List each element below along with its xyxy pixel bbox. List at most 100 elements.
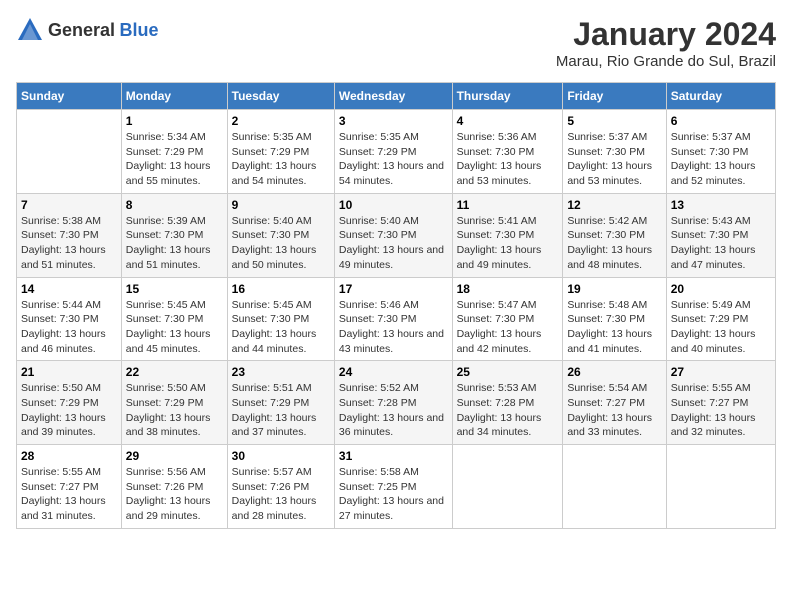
day-number: 12 [567, 198, 661, 212]
weekday-header-wednesday: Wednesday [334, 83, 452, 110]
calendar-cell: 15 Sunrise: 5:45 AMSunset: 7:30 PMDayligh… [121, 277, 227, 361]
day-number: 22 [126, 365, 223, 379]
day-number: 1 [126, 114, 223, 128]
day-info: Sunrise: 5:49 AMSunset: 7:29 PMDaylight:… [671, 298, 771, 357]
day-number: 27 [671, 365, 771, 379]
calendar-week-2: 7Sunrise: 5:38 AMSunset: 7:30 PMDaylight… [17, 193, 776, 277]
calendar-week-3: 14 Sunrise: 5:44 AMSunset: 7:30 PMDayligh… [17, 277, 776, 361]
day-info: Sunrise: 5:56 AMSunset: 7:26 PMDaylight:… [126, 465, 223, 524]
day-number: 6 [671, 114, 771, 128]
logo: General Blue [16, 16, 159, 44]
day-number: 8 [126, 198, 223, 212]
title-area: January 2024 Marau, Rio Grande do Sul, B… [556, 16, 776, 70]
day-info: Sunrise: 5:41 AMSunset: 7:30 PMDaylight:… [457, 214, 559, 273]
day-info: Sunrise: 5:50 AMSunset: 7:29 PMDaylight:… [126, 381, 223, 440]
day-number: 2 [232, 114, 330, 128]
day-number: 28 [21, 449, 117, 463]
calendar-cell: 24 Sunrise: 5:52 AMSunset: 7:28 PMDayligh… [334, 361, 452, 445]
day-info: Sunrise: 5:52 AMSunset: 7:28 PMDaylight:… [339, 381, 448, 440]
day-number: 19 [567, 282, 661, 296]
day-info: Sunrise: 5:45 AMSunset: 7:30 PMDaylight:… [126, 298, 223, 357]
calendar-week-5: 28 Sunrise: 5:55 AMSunset: 7:27 PMDayligh… [17, 445, 776, 529]
day-number: 16 [232, 282, 330, 296]
day-number: 21 [21, 365, 117, 379]
weekday-header-friday: Friday [563, 83, 666, 110]
calendar-cell: 20 Sunrise: 5:49 AMSunset: 7:29 PMDayligh… [666, 277, 775, 361]
day-number: 17 [339, 282, 448, 296]
day-number: 18 [457, 282, 559, 296]
calendar-cell: 28 Sunrise: 5:55 AMSunset: 7:27 PMDayligh… [17, 445, 122, 529]
calendar-cell: 4 Sunrise: 5:36 AMSunset: 7:30 PMDaylight… [452, 110, 563, 194]
day-number: 3 [339, 114, 448, 128]
day-info: Sunrise: 5:35 AMSunset: 7:29 PMDaylight:… [232, 130, 330, 189]
calendar-cell: 31Sunrise: 5:58 AMSunset: 7:25 PMDayligh… [334, 445, 452, 529]
day-info: Sunrise: 5:47 AMSunset: 7:30 PMDaylight:… [457, 298, 559, 357]
calendar-cell: 5Sunrise: 5:37 AMSunset: 7:30 PMDaylight… [563, 110, 666, 194]
weekday-header-saturday: Saturday [666, 83, 775, 110]
day-info: Sunrise: 5:54 AMSunset: 7:27 PMDaylight:… [567, 381, 661, 440]
day-info: Sunrise: 5:42 AMSunset: 7:30 PMDaylight:… [567, 214, 661, 273]
day-number: 14 [21, 282, 117, 296]
weekday-row: SundayMondayTuesdayWednesdayThursdayFrid… [17, 83, 776, 110]
day-number: 24 [339, 365, 448, 379]
calendar-cell: 11 Sunrise: 5:41 AMSunset: 7:30 PMDayligh… [452, 193, 563, 277]
calendar-cell: 29 Sunrise: 5:56 AMSunset: 7:26 PMDayligh… [121, 445, 227, 529]
day-info: Sunrise: 5:40 AMSunset: 7:30 PMDaylight:… [339, 214, 448, 273]
logo-text-blue: Blue [120, 20, 159, 40]
day-number: 13 [671, 198, 771, 212]
calendar-cell: 18 Sunrise: 5:47 AMSunset: 7:30 PMDayligh… [452, 277, 563, 361]
day-info: Sunrise: 5:51 AMSunset: 7:29 PMDaylight:… [232, 381, 330, 440]
day-number: 11 [457, 198, 559, 212]
day-number: 7 [21, 198, 117, 212]
calendar-cell: 30Sunrise: 5:57 AMSunset: 7:26 PMDayligh… [227, 445, 334, 529]
day-number: 20 [671, 282, 771, 296]
day-number: 23 [232, 365, 330, 379]
calendar-cell: 10Sunrise: 5:40 AMSunset: 7:30 PMDayligh… [334, 193, 452, 277]
calendar-cell: 17Sunrise: 5:46 AMSunset: 7:30 PMDayligh… [334, 277, 452, 361]
calendar-body: 1Sunrise: 5:34 AMSunset: 7:29 PMDaylight… [17, 110, 776, 529]
calendar-cell: 8 Sunrise: 5:39 AMSunset: 7:30 PMDaylight… [121, 193, 227, 277]
day-info: Sunrise: 5:55 AMSunset: 7:27 PMDaylight:… [21, 465, 117, 524]
day-info: Sunrise: 5:43 AMSunset: 7:30 PMDaylight:… [671, 214, 771, 273]
calendar-cell: 1Sunrise: 5:34 AMSunset: 7:29 PMDaylight… [121, 110, 227, 194]
day-info: Sunrise: 5:37 AMSunset: 7:30 PMDaylight:… [567, 130, 661, 189]
calendar-cell [452, 445, 563, 529]
weekday-header-thursday: Thursday [452, 83, 563, 110]
day-info: Sunrise: 5:55 AMSunset: 7:27 PMDaylight:… [671, 381, 771, 440]
calendar-header: SundayMondayTuesdayWednesdayThursdayFrid… [17, 83, 776, 110]
weekday-header-tuesday: Tuesday [227, 83, 334, 110]
day-number: 15 [126, 282, 223, 296]
day-number: 30 [232, 449, 330, 463]
day-info: Sunrise: 5:50 AMSunset: 7:29 PMDaylight:… [21, 381, 117, 440]
day-info: Sunrise: 5:35 AMSunset: 7:29 PMDaylight:… [339, 130, 448, 189]
calendar-cell: 23 Sunrise: 5:51 AMSunset: 7:29 PMDayligh… [227, 361, 334, 445]
calendar-cell: 16 Sunrise: 5:45 AMSunset: 7:30 PMDayligh… [227, 277, 334, 361]
calendar-cell: 14 Sunrise: 5:44 AMSunset: 7:30 PMDayligh… [17, 277, 122, 361]
day-info: Sunrise: 5:39 AMSunset: 7:30 PMDaylight:… [126, 214, 223, 273]
calendar-cell [563, 445, 666, 529]
day-info: Sunrise: 5:44 AMSunset: 7:30 PMDaylight:… [21, 298, 117, 357]
day-info: Sunrise: 5:36 AMSunset: 7:30 PMDaylight:… [457, 130, 559, 189]
day-info: Sunrise: 5:58 AMSunset: 7:25 PMDaylight:… [339, 465, 448, 524]
calendar-cell: 7Sunrise: 5:38 AMSunset: 7:30 PMDaylight… [17, 193, 122, 277]
page-subtitle: Marau, Rio Grande do Sul, Brazil [556, 53, 776, 70]
calendar-table: SundayMondayTuesdayWednesdayThursdayFrid… [16, 82, 776, 529]
day-number: 4 [457, 114, 559, 128]
day-info: Sunrise: 5:48 AMSunset: 7:30 PMDaylight:… [567, 298, 661, 357]
day-number: 9 [232, 198, 330, 212]
day-info: Sunrise: 5:45 AMSunset: 7:30 PMDaylight:… [232, 298, 330, 357]
calendar-cell: 27 Sunrise: 5:55 AMSunset: 7:27 PMDayligh… [666, 361, 775, 445]
calendar-cell: 22 Sunrise: 5:50 AMSunset: 7:29 PMDayligh… [121, 361, 227, 445]
page-title: January 2024 [556, 16, 776, 53]
calendar-cell: 21 Sunrise: 5:50 AMSunset: 7:29 PMDayligh… [17, 361, 122, 445]
weekday-header-monday: Monday [121, 83, 227, 110]
day-number: 25 [457, 365, 559, 379]
calendar-cell [666, 445, 775, 529]
calendar-week-4: 21 Sunrise: 5:50 AMSunset: 7:29 PMDayligh… [17, 361, 776, 445]
day-info: Sunrise: 5:53 AMSunset: 7:28 PMDaylight:… [457, 381, 559, 440]
day-number: 29 [126, 449, 223, 463]
calendar-cell: 13 Sunrise: 5:43 AMSunset: 7:30 PMDayligh… [666, 193, 775, 277]
calendar-cell: 3 Sunrise: 5:35 AMSunset: 7:29 PMDaylight… [334, 110, 452, 194]
calendar-cell: 2 Sunrise: 5:35 AMSunset: 7:29 PMDaylight… [227, 110, 334, 194]
logo-icon [16, 16, 44, 44]
